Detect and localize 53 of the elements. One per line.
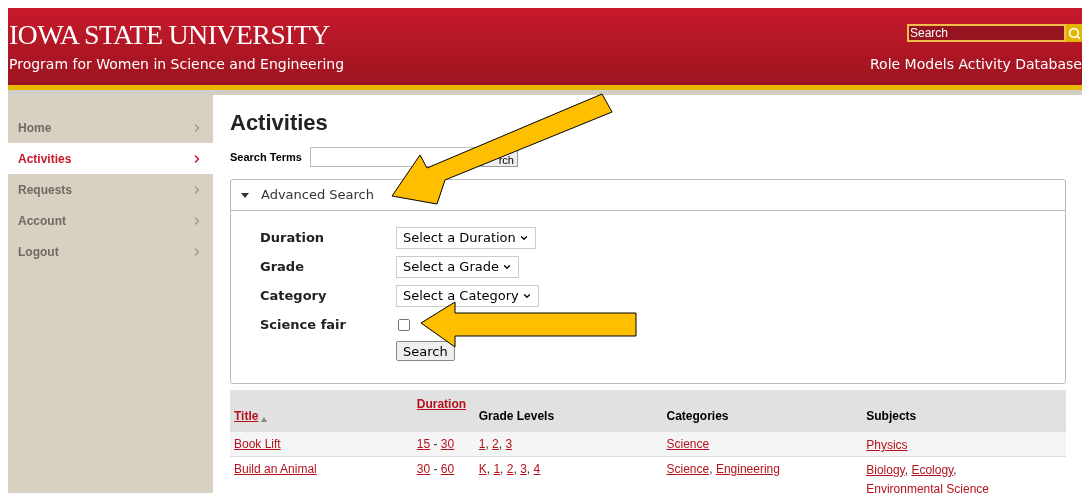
minutes-link[interactable]: 15 xyxy=(416,437,431,451)
dropdown[interactable]: Select a Duration xyxy=(396,226,536,249)
separator: , xyxy=(709,462,713,476)
university-logo: IOWA STATE UNIVERSITY xyxy=(9,20,331,50)
field-label: Duration xyxy=(260,228,326,247)
field-label: Category xyxy=(260,286,328,305)
checkbox[interactable] xyxy=(398,318,410,331)
grade-link[interactable]: 3 xyxy=(505,437,513,451)
subject-link[interactable]: Physics xyxy=(866,438,908,452)
header-search-field[interactable]: Search xyxy=(907,24,1066,42)
separator: - xyxy=(432,462,438,476)
grade-link[interactable]: 2 xyxy=(492,437,499,451)
column-header-link[interactable]: Title xyxy=(234,407,259,425)
category-link[interactable]: Engineering xyxy=(715,462,780,476)
column-header: Categories xyxy=(666,408,729,425)
grade-link[interactable]: K xyxy=(478,462,487,476)
minutes-link[interactable]: 30 xyxy=(440,437,455,451)
field-label: Science fair xyxy=(260,315,347,334)
column-header: Subjects xyxy=(866,408,917,425)
activity-title-link[interactable]: Book Lift xyxy=(234,437,281,451)
sidebar-item[interactable]: Account xyxy=(8,205,213,236)
column-header-link[interactable]: Duration xyxy=(416,395,467,413)
search-icon xyxy=(1067,26,1081,40)
sidebar-item[interactable]: Activities xyxy=(8,143,213,174)
separator: - xyxy=(432,437,438,451)
program-subtitle: Program for Women in Science and Engineering xyxy=(9,55,345,74)
minutes-link[interactable]: 60 xyxy=(440,462,455,476)
sidebar-item[interactable]: Requests xyxy=(8,174,213,205)
separator: , xyxy=(953,463,957,477)
sidebar-item[interactable]: Logout xyxy=(8,236,213,267)
separator: , xyxy=(526,462,531,476)
site-title: Role Models Activity Database xyxy=(870,55,1082,74)
activity-title-link[interactable]: Build an Animal xyxy=(234,462,317,476)
dropdown[interactable]: Select a Grade xyxy=(396,255,519,278)
separator: , xyxy=(485,437,489,451)
subject-link[interactable]: Environmental Science xyxy=(866,482,989,493)
category-link[interactable]: Science xyxy=(666,437,710,451)
separator: , xyxy=(513,462,517,476)
search-button[interactable]: Search xyxy=(396,341,455,361)
sidebar-item[interactable]: Home xyxy=(8,112,213,143)
column-header: Grade Levels xyxy=(478,408,555,425)
grade-link[interactable]: 4 xyxy=(533,462,541,476)
grade-link[interactable]: 3 xyxy=(520,462,527,476)
separator: , xyxy=(500,462,504,476)
minutes-link[interactable]: 30 xyxy=(416,462,431,476)
subject-link[interactable]: Biology xyxy=(866,463,905,477)
page-title: Activities xyxy=(230,109,329,137)
search-terms-label: Search Terms xyxy=(230,149,302,165)
dropdown[interactable]: Select a Category xyxy=(396,284,539,307)
field-label: Grade xyxy=(260,257,305,276)
separator: , xyxy=(498,437,503,451)
separator: , xyxy=(486,462,491,476)
caret-icon xyxy=(241,192,249,198)
